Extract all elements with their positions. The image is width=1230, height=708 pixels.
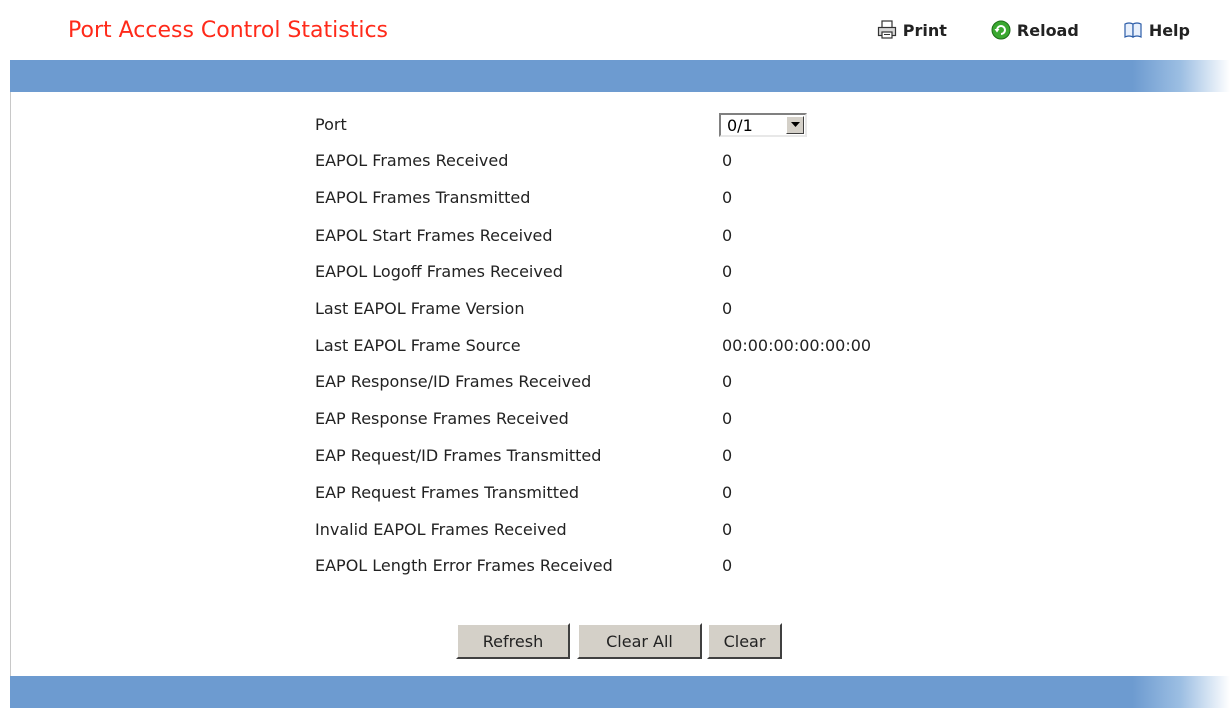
stat-label: EAP Request Frames Transmitted xyxy=(315,483,579,502)
printer-icon xyxy=(877,20,897,40)
clear-all-button[interactable]: Clear All xyxy=(577,623,702,659)
stat-value: 0 xyxy=(722,446,733,465)
stat-value: 00:00:00:00:00:00 xyxy=(722,336,872,355)
port-label: Port xyxy=(315,115,347,134)
stat-label: EAPOL Length Error Frames Received xyxy=(315,556,613,575)
stat-label: EAP Response Frames Received xyxy=(315,409,569,428)
reload-label: Reload xyxy=(1016,20,1079,40)
stat-value: 0 xyxy=(722,299,733,318)
stat-value: 0 xyxy=(722,556,733,575)
print-link[interactable]: Print xyxy=(877,20,947,40)
book-icon xyxy=(1123,20,1143,40)
clear-button[interactable]: Clear xyxy=(707,623,782,659)
stat-value: 0 xyxy=(722,520,733,539)
print-label: Print xyxy=(902,20,947,40)
stat-label: EAPOL Frames Received xyxy=(315,151,509,170)
stat-value: 0 xyxy=(722,372,733,391)
stat-label: Invalid EAPOL Frames Received xyxy=(315,520,567,539)
help-link[interactable]: Help xyxy=(1123,20,1190,40)
stat-label: EAP Request/ID Frames Transmitted xyxy=(315,446,602,465)
stat-value: 0 xyxy=(722,409,733,428)
reload-icon xyxy=(991,20,1011,40)
port-select[interactable]: 0/1 xyxy=(719,113,807,137)
stat-label: EAPOL Logoff Frames Received xyxy=(315,262,563,281)
stat-value: 0 xyxy=(722,188,733,207)
stat-label: Last EAPOL Frame Version xyxy=(315,299,525,318)
port-select-value: 0/1 xyxy=(727,115,753,135)
page-title: Port Access Control Statistics xyxy=(68,18,388,43)
stat-value: 0 xyxy=(722,151,733,170)
stat-value: 0 xyxy=(722,262,733,281)
stat-label: Last EAPOL Frame Source xyxy=(315,336,521,355)
stat-label: EAPOL Start Frames Received xyxy=(315,226,553,245)
toolbar: Print Reload Help xyxy=(877,20,1190,40)
stat-value: 0 xyxy=(722,483,733,502)
stat-label: EAP Response/ID Frames Received xyxy=(315,372,592,391)
bottom-bar xyxy=(10,676,1230,708)
help-label: Help xyxy=(1148,20,1190,40)
reload-link[interactable]: Reload xyxy=(991,20,1079,40)
content-panel xyxy=(10,92,1229,676)
chevron-down-icon[interactable] xyxy=(786,116,804,134)
stat-label: EAPOL Frames Transmitted xyxy=(315,188,531,207)
refresh-button[interactable]: Refresh xyxy=(456,623,570,659)
top-bar xyxy=(10,60,1230,92)
stat-value: 0 xyxy=(722,226,733,245)
